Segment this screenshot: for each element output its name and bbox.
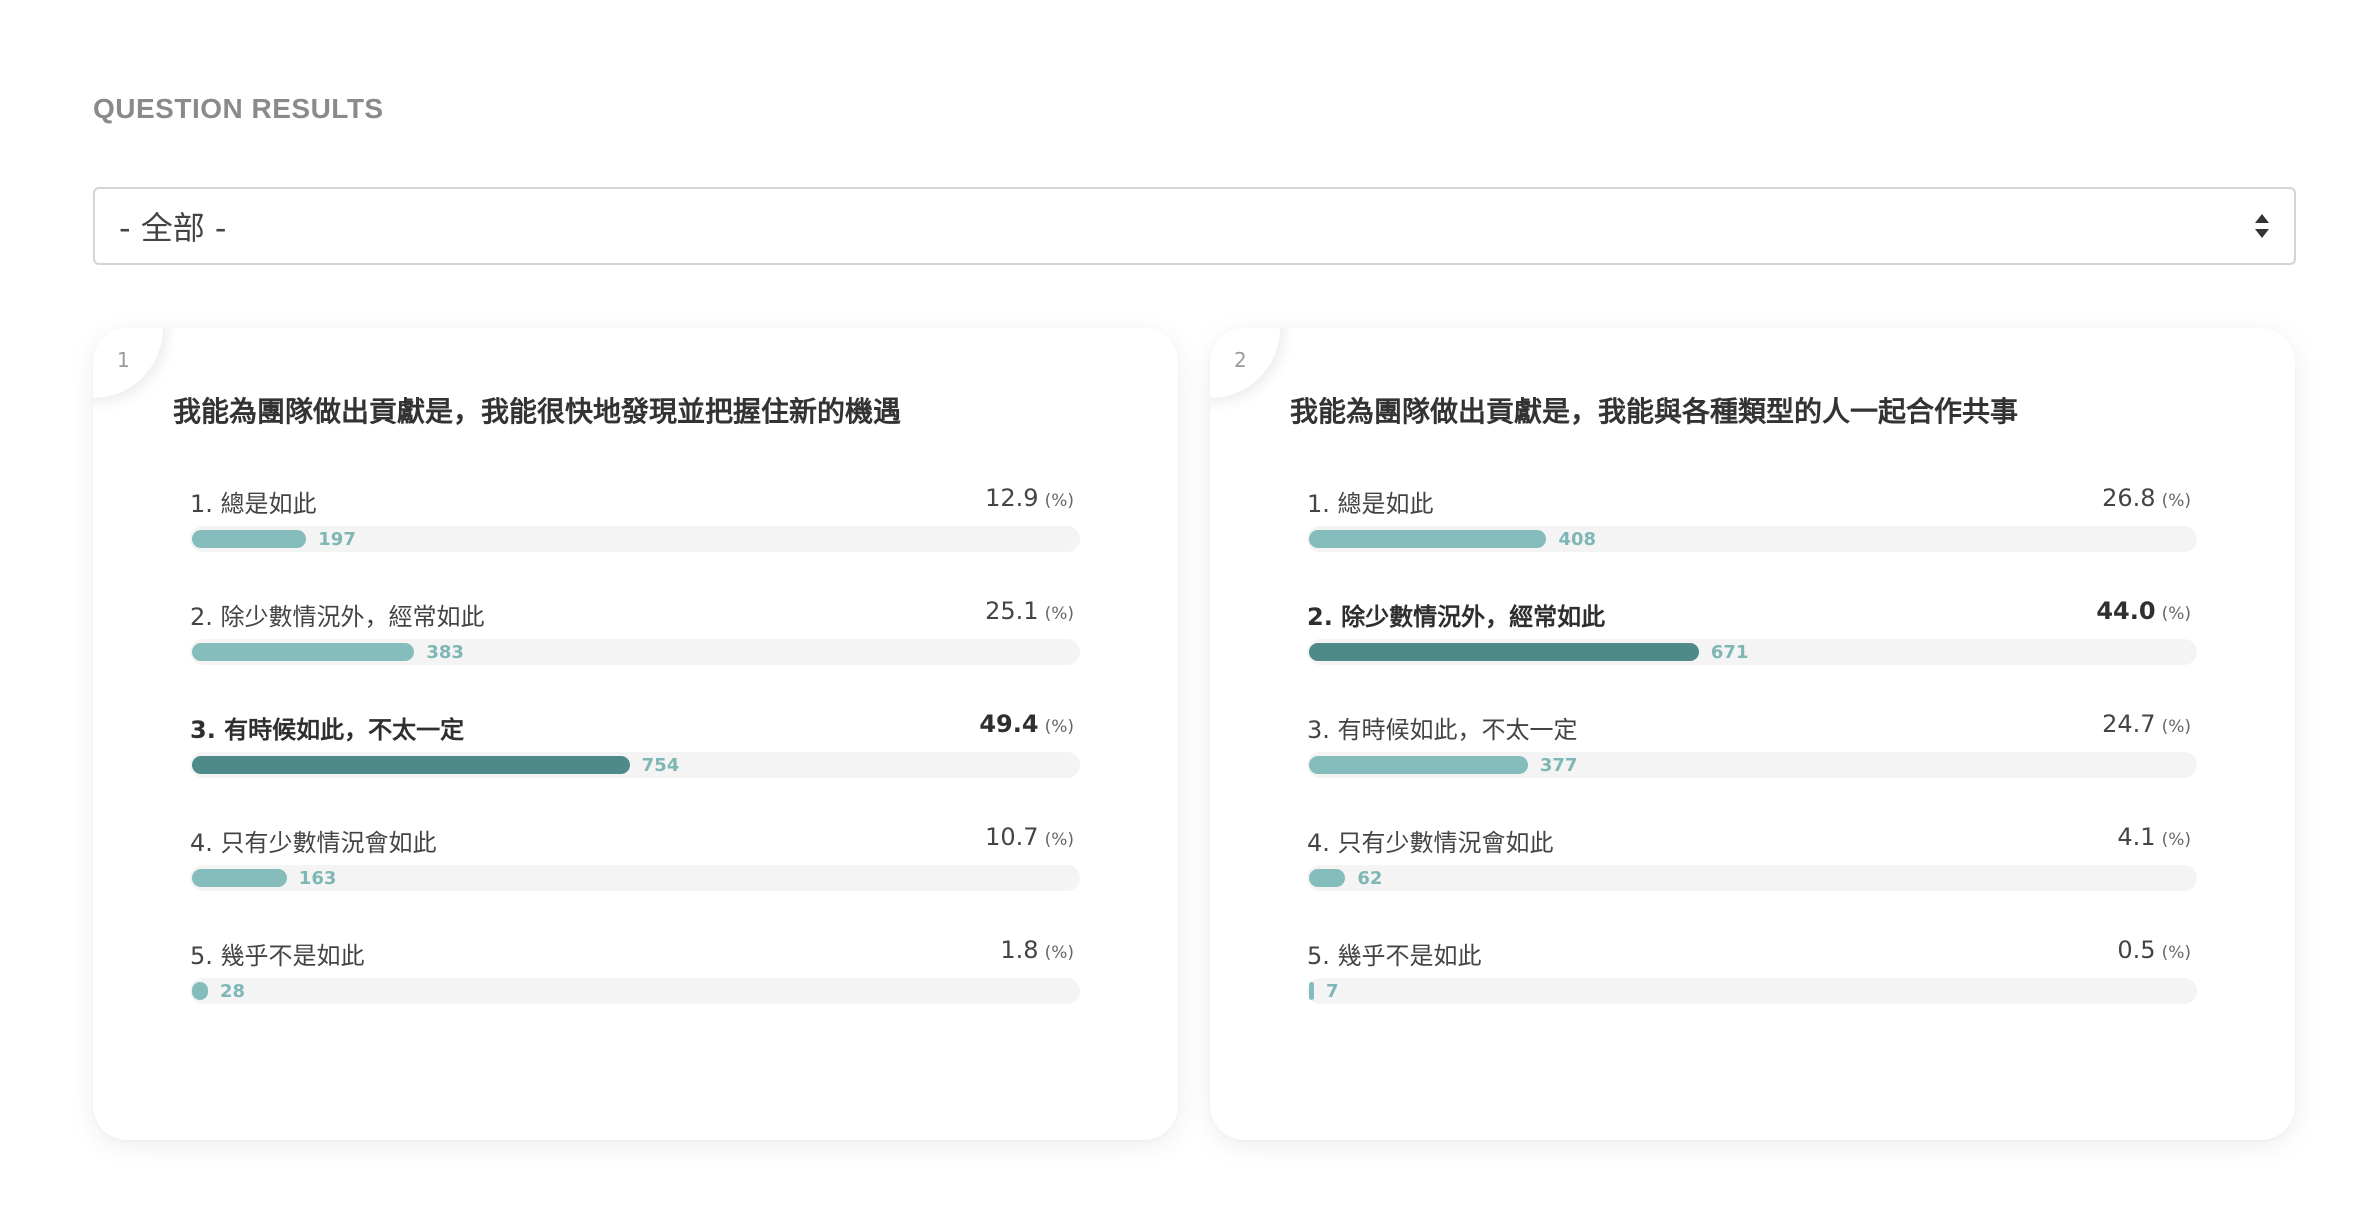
option-bar-track: 7 bbox=[1307, 978, 2197, 1004]
option-count: 197 bbox=[318, 529, 356, 550]
option-count: 754 bbox=[641, 755, 680, 776]
percent-unit: (%) bbox=[1044, 943, 1074, 963]
option-label: 4. 只有少數情況會如此 bbox=[1307, 829, 1554, 857]
option-label: 1. 總是如此 bbox=[1307, 490, 1434, 518]
option-label: 2. 除少數情況外，經常如此 bbox=[190, 603, 485, 631]
answer-option: 3. 有時候如此，不太一定 24.7 (%) 377 bbox=[1307, 710, 2197, 784]
percent-unit: (%) bbox=[2161, 491, 2191, 511]
option-percent: 44.0 (%) bbox=[2096, 597, 2191, 625]
option-label: 4. 只有少數情況會如此 bbox=[190, 829, 437, 857]
answer-option: 3. 有時候如此，不太一定 49.4 (%) 754 bbox=[190, 710, 1080, 784]
chevron-up-down-icon bbox=[2255, 214, 2269, 238]
percent-unit: (%) bbox=[2161, 717, 2191, 737]
option-percent: 12.9 (%) bbox=[985, 484, 1074, 512]
percent-unit: (%) bbox=[2161, 604, 2191, 624]
option-percent: 24.7 (%) bbox=[2102, 710, 2191, 738]
percent-unit: (%) bbox=[2161, 830, 2191, 850]
question-title: 我能為團隊做出貢獻是，我能很快地發現並把握住新的機遇 bbox=[173, 395, 902, 428]
option-count: 28 bbox=[219, 981, 245, 1002]
option-percent: 49.4 (%) bbox=[979, 710, 1074, 738]
option-bar-fill bbox=[192, 530, 307, 548]
option-bar-track: 163 bbox=[190, 865, 1080, 891]
option-count: 671 bbox=[1710, 642, 1749, 663]
option-count: 7 bbox=[1326, 981, 1339, 1002]
percent-unit: (%) bbox=[1044, 604, 1074, 624]
option-percent: 0.5 (%) bbox=[2117, 936, 2191, 964]
question-card-1: 1 我能為團隊做出貢獻是，我能很快地發現並把握住新的機遇 1. 總是如此 12.… bbox=[93, 328, 1178, 1140]
option-label: 5. 幾乎不是如此 bbox=[190, 942, 365, 970]
option-bar-fill bbox=[1309, 530, 1547, 548]
option-bar-track: 62 bbox=[1307, 865, 2197, 891]
answer-option: 4. 只有少數情況會如此 10.7 (%) 163 bbox=[190, 823, 1080, 897]
option-bar-fill bbox=[192, 982, 208, 1000]
option-bar-fill bbox=[1309, 982, 1314, 1000]
answer-option: 2. 除少數情況外，經常如此 44.0 (%) 671 bbox=[1307, 597, 2197, 671]
option-count: 62 bbox=[1357, 868, 1383, 889]
answer-option: 1. 總是如此 26.8 (%) 408 bbox=[1307, 484, 2197, 558]
answer-option: 5. 幾乎不是如此 0.5 (%) 7 bbox=[1307, 936, 2197, 1010]
option-count: 377 bbox=[1539, 755, 1578, 776]
question-number: 1 bbox=[117, 348, 130, 372]
option-bar-fill bbox=[1309, 643, 1699, 661]
option-bar-track: 377 bbox=[1307, 752, 2197, 778]
option-count: 408 bbox=[1558, 529, 1597, 550]
option-bar-track: 671 bbox=[1307, 639, 2197, 665]
answer-option: 1. 總是如此 12.9 (%) 197 bbox=[190, 484, 1080, 558]
filter-select[interactable]: - 全部 - bbox=[93, 187, 2296, 265]
option-label: 2. 除少數情況外，經常如此 bbox=[1307, 603, 1606, 631]
percent-unit: (%) bbox=[2161, 943, 2191, 963]
option-label: 1. 總是如此 bbox=[190, 490, 317, 518]
option-bar-fill bbox=[1309, 869, 1346, 887]
question-number: 2 bbox=[1234, 348, 1247, 372]
section-title: QUESTION RESULTS bbox=[93, 93, 384, 124]
option-percent: 10.7 (%) bbox=[985, 823, 1074, 851]
answer-option: 5. 幾乎不是如此 1.8 (%) 28 bbox=[190, 936, 1080, 1010]
option-bar-fill bbox=[192, 643, 415, 661]
question-title: 我能為團隊做出貢獻是，我能與各種類型的人一起合作共事 bbox=[1290, 395, 2019, 428]
option-bar-fill bbox=[192, 756, 630, 774]
option-bar-track: 408 bbox=[1307, 526, 2197, 552]
option-label: 3. 有時候如此，不太一定 bbox=[190, 716, 465, 744]
option-count: 383 bbox=[426, 642, 464, 663]
answer-option: 4. 只有少數情況會如此 4.1 (%) 62 bbox=[1307, 823, 2197, 897]
answer-option: 2. 除少數情況外，經常如此 25.1 (%) 383 bbox=[190, 597, 1080, 671]
option-percent: 26.8 (%) bbox=[2102, 484, 2191, 512]
percent-unit: (%) bbox=[1044, 830, 1074, 850]
option-label: 3. 有時候如此，不太一定 bbox=[1307, 716, 1578, 744]
option-label: 5. 幾乎不是如此 bbox=[1307, 942, 1482, 970]
option-bar-track: 28 bbox=[190, 978, 1080, 1004]
percent-unit: (%) bbox=[1044, 717, 1074, 737]
filter-selected-value: - 全部 - bbox=[119, 209, 227, 247]
question-results-page: QUESTION RESULTS - 全部 - 1 我能為團隊做出貢獻是，我能很… bbox=[0, 0, 2379, 1218]
option-percent: 1.8 (%) bbox=[1000, 936, 1074, 964]
option-bar-track: 754 bbox=[190, 752, 1080, 778]
option-bar-fill bbox=[192, 869, 287, 887]
question-card-2: 2 我能為團隊做出貢獻是，我能與各種類型的人一起合作共事 1. 總是如此 26.… bbox=[1210, 328, 2295, 1140]
option-bar-track: 197 bbox=[190, 526, 1080, 552]
option-count: 163 bbox=[298, 868, 337, 889]
option-bar-track: 383 bbox=[190, 639, 1080, 665]
percent-unit: (%) bbox=[1044, 491, 1074, 511]
option-bar-fill bbox=[1309, 756, 1528, 774]
option-percent: 25.1 (%) bbox=[985, 597, 1074, 625]
option-percent: 4.1 (%) bbox=[2117, 823, 2191, 851]
